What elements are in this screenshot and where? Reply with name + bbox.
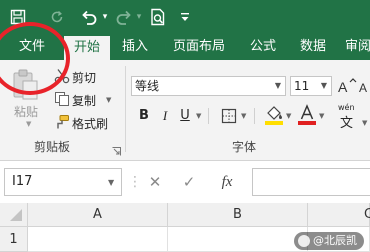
borders-dropdown-caret-icon[interactable]: ▼ xyxy=(241,112,246,120)
svg-text:A: A xyxy=(359,81,367,95)
font-group-label: 字体 xyxy=(232,140,257,154)
font-size-dropdown-icon[interactable]: ▼ xyxy=(317,77,331,95)
font-name-value: 等线 xyxy=(135,79,160,93)
italic-button[interactable]: I xyxy=(156,107,174,125)
font-size-combo[interactable]: 11 ▼ xyxy=(290,76,332,96)
watermark-text: @北辰凯 xyxy=(313,234,357,247)
cancel-icon[interactable]: ✕ xyxy=(146,168,164,196)
undo-dropdown-caret-icon[interactable]: ▾ xyxy=(100,0,110,33)
name-box-dropdown-icon[interactable]: ▼ xyxy=(108,178,114,187)
copy-dropdown-caret-icon[interactable]: ▼ xyxy=(106,96,111,104)
phonetic-dropdown-caret-icon[interactable]: ▼ xyxy=(362,119,367,127)
clipboard-group-label: 剪贴板 xyxy=(34,140,71,154)
paste-label[interactable]: 粘贴 xyxy=(14,103,38,120)
column-header-b[interactable]: B xyxy=(168,203,308,227)
underline-button[interactable]: U xyxy=(176,107,194,125)
format-painter-icon[interactable] xyxy=(54,114,70,130)
quick-access-toolbar: ▾ ▾ xyxy=(0,0,370,33)
bold-button[interactable]: B xyxy=(135,107,153,125)
watermark-avatar-icon xyxy=(298,235,310,247)
tab-page-layout[interactable]: 页面布局 xyxy=(162,33,236,60)
row-header-1[interactable]: 1 xyxy=(0,227,28,252)
format-painter-label[interactable]: 格式刷 xyxy=(72,115,108,132)
copy-label[interactable]: 复制 xyxy=(72,92,96,109)
formula-input[interactable] xyxy=(252,168,370,196)
tab-insert[interactable]: 插入 xyxy=(110,33,160,60)
tab-review[interactable]: 审阅 xyxy=(340,33,370,60)
cell-a1[interactable] xyxy=(28,227,168,252)
enter-icon[interactable]: ✓ xyxy=(180,168,198,196)
paste-dropdown-caret-icon[interactable]: ▼ xyxy=(26,120,31,128)
font-size-value: 11 xyxy=(294,79,310,93)
column-header-c[interactable]: C xyxy=(308,203,370,227)
phonetic-pinyin-label: wén xyxy=(338,103,355,112)
column-header-a[interactable]: A xyxy=(28,203,168,227)
borders-icon[interactable] xyxy=(220,107,238,125)
clipboard-dialog-launcher-icon[interactable] xyxy=(112,141,121,156)
svg-text:A: A xyxy=(338,79,348,95)
increase-font-size-icon[interactable]: A xyxy=(337,77,357,95)
phonetic-char-label: 文 xyxy=(340,116,354,131)
print-preview-icon[interactable] xyxy=(146,0,170,33)
cell-b1[interactable] xyxy=(168,227,308,252)
customize-quick-access-icon[interactable] xyxy=(178,0,192,33)
redo-dropdown-caret-icon[interactable]: ▾ xyxy=(134,0,144,33)
decrease-font-size-icon[interactable]: A xyxy=(358,77,370,95)
name-box-value: I17 xyxy=(12,174,33,189)
insert-function-button[interactable]: fx xyxy=(216,168,238,196)
font-name-dropdown-icon[interactable]: ▼ xyxy=(271,77,285,95)
fill-color-dropdown-caret-icon[interactable]: ▼ xyxy=(286,112,291,120)
tab-data[interactable]: 数据 xyxy=(288,33,338,60)
copy-icon[interactable] xyxy=(54,91,70,107)
font-color-dropdown-caret-icon[interactable]: ▼ xyxy=(319,112,324,120)
underline-dropdown-caret-icon[interactable]: ▼ xyxy=(196,112,201,120)
formula-bar-grip[interactable]: ⋮ xyxy=(128,172,142,192)
fill-color-icon[interactable] xyxy=(264,104,284,126)
group-separator xyxy=(125,66,126,152)
font-separator-2 xyxy=(254,108,255,124)
undo-icon[interactable] xyxy=(76,0,102,33)
font-color-icon[interactable] xyxy=(297,104,317,126)
font-separator xyxy=(208,108,209,124)
tab-home[interactable]: 开始 xyxy=(64,36,110,60)
font-name-combo[interactable]: 等线 ▼ xyxy=(131,76,286,96)
watermark: @北辰凯 xyxy=(294,232,364,250)
tab-formulas[interactable]: 公式 xyxy=(238,33,288,60)
redo-icon[interactable] xyxy=(112,0,136,33)
name-box[interactable]: I17 xyxy=(4,168,122,196)
select-all-corner[interactable] xyxy=(0,203,28,227)
cut-label[interactable]: 剪切 xyxy=(72,69,96,86)
